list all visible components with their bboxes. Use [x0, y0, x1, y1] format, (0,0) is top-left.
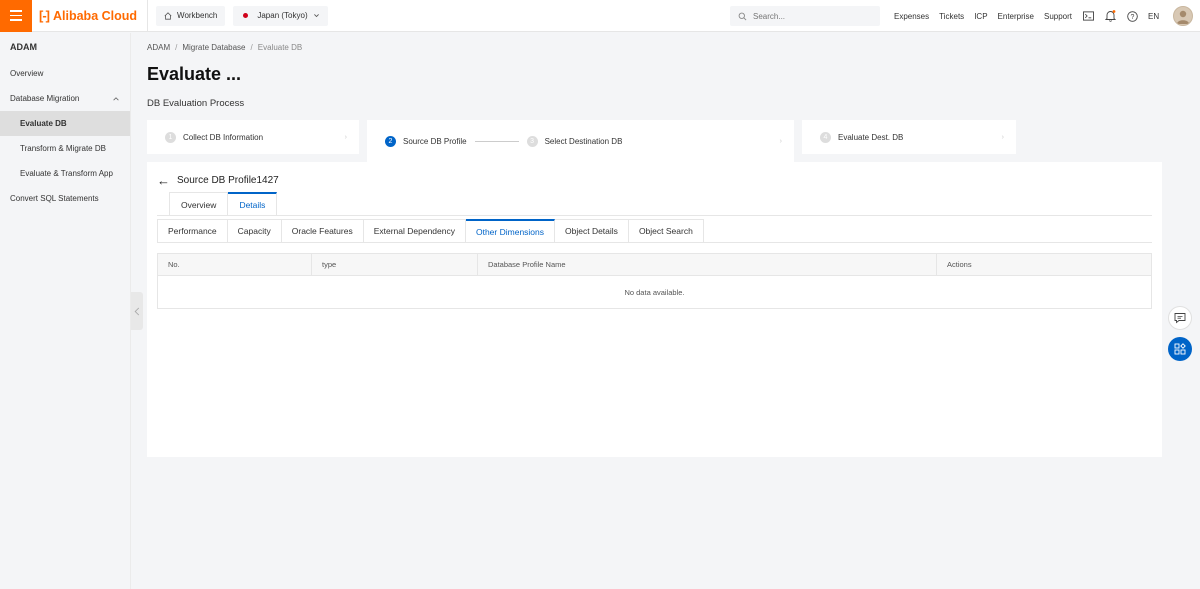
step-collect-db-information[interactable]: 1 Collect DB Information › — [147, 120, 359, 154]
breadcrumb-adam[interactable]: ADAM — [147, 43, 170, 52]
help-icon[interactable]: ? — [1126, 10, 1138, 22]
workbench-button[interactable]: Workbench — [156, 5, 226, 26]
profile-panel: ← Source DB Profile1427 Overview Details… — [147, 162, 1162, 457]
dimensions-table: No. type Database Profile Name Actions N… — [157, 253, 1152, 309]
sidebar-item-evaluate-transform-app[interactable]: Evaluate & Transform App — [0, 161, 130, 186]
breadcrumb-separator: / — [175, 43, 178, 52]
breadcrumb-separator: / — [250, 43, 253, 52]
chat-icon — [1174, 313, 1186, 324]
alibaba-logo-icon: [-] — [39, 8, 50, 23]
expenses-link[interactable]: Expenses — [894, 12, 929, 21]
sidebar-collapse-handle[interactable] — [131, 292, 143, 330]
tab-capacity[interactable]: Capacity — [227, 219, 282, 243]
step-number: 2 — [385, 135, 396, 147]
search-box[interactable] — [730, 6, 880, 26]
table-header: No. type Database Profile Name Actions — [158, 254, 1151, 276]
brand-name: Alibaba Cloud — [53, 8, 138, 23]
tab-details[interactable]: Details — [228, 192, 278, 216]
alibaba-cloud-logo[interactable]: [-] Alibaba Cloud — [39, 0, 149, 32]
sidebar-item-label: Convert SQL Statements — [10, 194, 99, 203]
evaluation-steps: 1 Collect DB Information › 2 Source DB P… — [147, 120, 1016, 162]
step-evaluate-dest-db[interactable]: 4 Evaluate Dest. DB › — [802, 120, 1016, 154]
tab-performance[interactable]: Performance — [157, 219, 228, 243]
support-link[interactable]: Support — [1044, 12, 1072, 21]
chevron-right-icon: › — [344, 133, 347, 141]
tab-other-dimensions[interactable]: Other Dimensions — [465, 219, 556, 243]
step-number: 3 — [526, 135, 538, 147]
step-label: Collect DB Information — [183, 132, 264, 142]
column-header-no: No. — [158, 254, 312, 275]
step-source-db-profile[interactable]: 2 Source DB Profile 3 Select Destination… — [367, 120, 794, 162]
tab-overview[interactable]: Overview — [169, 192, 229, 216]
menu-line — [10, 14, 22, 17]
chevron-right-icon: › — [1001, 133, 1004, 141]
sidebar-item-label: Overview — [10, 69, 44, 78]
terminal-icon[interactable] — [1082, 10, 1094, 22]
details-sub-tabs: Performance Capacity Oracle Features Ext… — [157, 219, 704, 243]
profile-header: ← Source DB Profile1427 — [157, 174, 279, 187]
step-connector — [474, 140, 519, 142]
menu-line — [10, 10, 22, 12]
tabs-divider — [157, 215, 1152, 216]
column-header-database-profile-name: Database Profile Name — [478, 254, 937, 275]
sidebar-item-evaluate-db[interactable]: Evaluate DB — [0, 111, 130, 136]
chevron-down-icon — [313, 14, 319, 18]
region-label: Japan (Tokyo) — [257, 11, 308, 20]
step-label: Source DB Profile — [403, 136, 467, 146]
breadcrumb-migrate-database[interactable]: Migrate Database — [182, 43, 245, 52]
top-nav-links: Expenses Tickets ICP Enterprise Support … — [894, 0, 1194, 32]
sub-tabs-divider — [157, 242, 1152, 243]
search-icon — [738, 12, 747, 20]
breadcrumb: ADAM / Migrate Database / Evaluate DB — [147, 43, 302, 52]
sidebar-item-overview[interactable]: Overview — [0, 61, 130, 86]
sidebar-item-label: Transform & Migrate DB — [20, 144, 106, 153]
home-icon — [164, 11, 172, 20]
top-navigation-bar: [-] Alibaba Cloud Workbench Japan (Tokyo… — [0, 0, 1200, 32]
chevron-up-icon — [113, 96, 119, 100]
svg-text:?: ? — [1130, 14, 1134, 21]
tickets-link[interactable]: Tickets — [939, 12, 964, 21]
tab-object-details[interactable]: Object Details — [555, 219, 629, 243]
tab-external-dependency[interactable]: External Dependency — [363, 219, 466, 243]
feedback-chat-button[interactable] — [1168, 306, 1192, 330]
step-label[interactable]: Select Destination DB — [545, 137, 623, 146]
icp-link[interactable]: ICP — [974, 12, 987, 21]
notification-bell-icon[interactable] — [1104, 10, 1116, 22]
sidebar-item-label: Evaluate & Transform App — [20, 169, 113, 178]
process-title: DB Evaluation Process — [147, 98, 245, 109]
search-input[interactable] — [753, 11, 863, 21]
sidebar-group-database-migration[interactable]: Database Migration — [0, 86, 130, 111]
sidebar-item-convert-sql[interactable]: Convert SQL Statements — [0, 186, 130, 211]
apps-grid-icon — [1174, 343, 1186, 355]
profile-tabs: Overview Details — [169, 192, 278, 216]
chevron-right-icon: › — [779, 137, 782, 145]
breadcrumb-evaluate-db: Evaluate DB — [257, 43, 303, 52]
profile-name: Source DB Profile1427 — [177, 175, 279, 186]
sidebar-item-transform-migrate-db[interactable]: Transform & Migrate DB — [0, 136, 130, 161]
step-number: 1 — [165, 131, 176, 143]
empty-table-message: No data available. — [624, 287, 685, 297]
enterprise-link[interactable]: Enterprise — [998, 12, 1034, 21]
sidebar-title: ADAM — [10, 42, 37, 52]
menu-line — [10, 19, 22, 21]
user-avatar[interactable] — [1173, 6, 1194, 26]
chevron-left-icon — [134, 307, 140, 315]
tab-object-search[interactable]: Object Search — [628, 219, 704, 243]
japan-flag-icon — [243, 13, 249, 18]
page-title: Evaluate ... — [147, 64, 242, 84]
hamburger-menu-button[interactable] — [0, 0, 32, 32]
column-header-actions: Actions — [947, 260, 972, 269]
step-number: 4 — [820, 131, 831, 143]
tab-oracle-features[interactable]: Oracle Features — [281, 219, 364, 243]
back-arrow-icon[interactable]: ← — [157, 174, 170, 187]
quick-apps-button[interactable] — [1168, 337, 1192, 361]
sidebar: ADAM Overview Database Migration Evaluat… — [0, 33, 131, 589]
language-switcher[interactable]: EN — [1148, 12, 1159, 21]
step-label: Evaluate Dest. DB — [838, 132, 904, 142]
sidebar-item-label: Evaluate DB — [20, 119, 67, 128]
workbench-label: Workbench — [177, 11, 218, 20]
sidebar-item-label: Database Migration — [10, 94, 80, 103]
column-header-type: type — [312, 254, 478, 275]
region-selector[interactable]: Japan (Tokyo) — [233, 5, 328, 26]
